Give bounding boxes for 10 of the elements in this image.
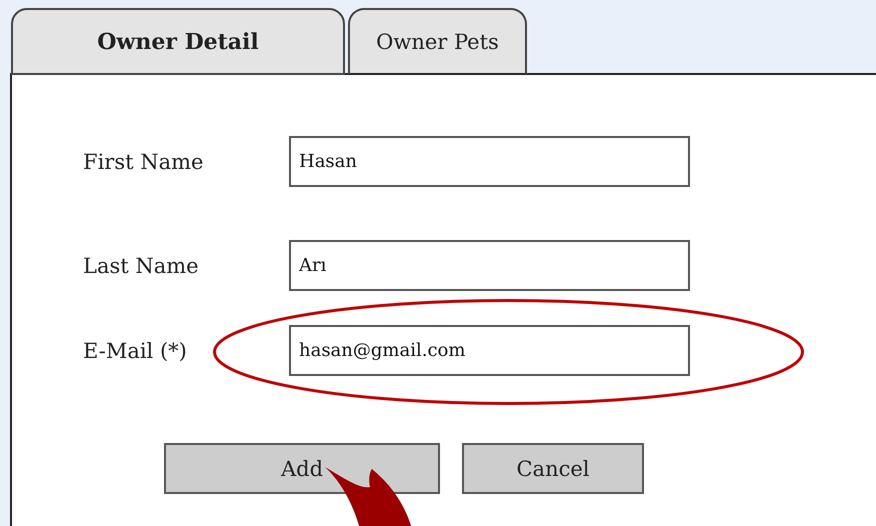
field-label: E-Mail (*) bbox=[83, 338, 188, 362]
field-label: First Name bbox=[83, 150, 204, 174]
field-label: Last Name bbox=[83, 254, 200, 278]
form-button[interactable]: Add bbox=[164, 443, 440, 494]
tab[interactable]: Owner Pets bbox=[348, 8, 527, 75]
tab[interactable]: Owner Detail bbox=[11, 8, 345, 75]
input-field[interactable]: Arı bbox=[289, 240, 690, 291]
form-button[interactable]: Cancel bbox=[462, 443, 644, 494]
input-field[interactable]: hasan@gmail.com bbox=[289, 325, 690, 376]
input-field[interactable]: Hasan bbox=[289, 136, 690, 187]
